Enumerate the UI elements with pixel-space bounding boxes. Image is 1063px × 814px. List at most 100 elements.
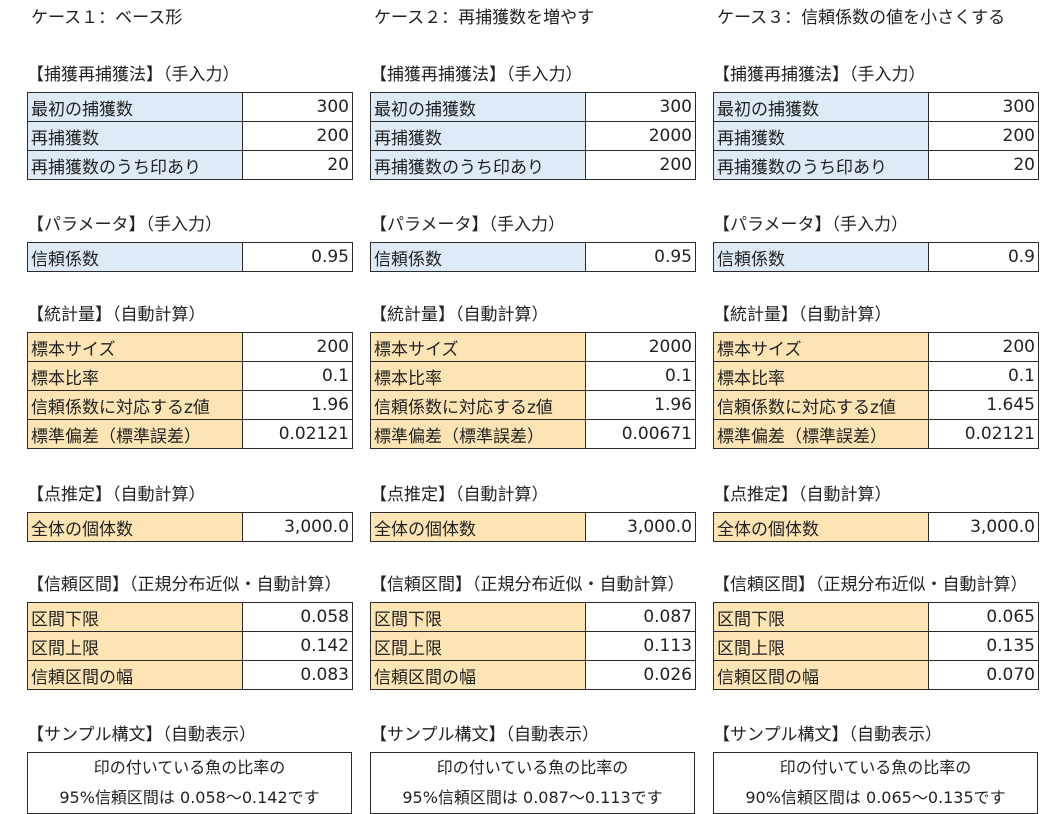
cell-value[interactable]: 0.02121 — [928, 419, 1039, 449]
cell-value[interactable]: 0.95 — [585, 242, 696, 272]
section-title: 【捕獲再捕獲法】（手入力） — [27, 65, 240, 85]
cell-label[interactable]: 信頼係数 — [370, 242, 586, 272]
table-row: 再捕獲数のうち印あり 20 — [27, 150, 353, 180]
sample-line-1: 印の付いている魚の比率の — [93, 758, 286, 777]
cell-label[interactable]: 区間下限 — [370, 602, 586, 632]
cell-label[interactable]: 標準偏差（標準誤差） — [713, 419, 929, 449]
sample-text-box[interactable]: 印の付いている魚の比率の 95%信頼区間は 0.087〜0.113です — [370, 752, 695, 814]
table-row: 標本比率 0.1 — [713, 361, 1039, 391]
cell-label[interactable]: 再捕獲数のうち印あり — [713, 150, 929, 180]
sample-text-box[interactable]: 印の付いている魚の比率の 95%信頼区間は 0.058〜0.142です — [27, 752, 352, 814]
cell-label[interactable]: 標本サイズ — [27, 332, 243, 362]
cell-value[interactable]: 20 — [928, 150, 1039, 180]
cell-label[interactable]: 標準偏差（標準誤差） — [370, 419, 586, 449]
cell-label[interactable]: 標本比率 — [713, 361, 929, 391]
cell-value[interactable]: 0.113 — [585, 631, 696, 661]
cell-value[interactable]: 3,000.0 — [242, 512, 353, 542]
cell-label[interactable]: 全体の個体数 — [370, 512, 586, 542]
cell-label[interactable]: 信頼区間の幅 — [27, 660, 243, 690]
cell-value[interactable]: 1.96 — [242, 390, 353, 420]
cell-value[interactable]: 3,000.0 — [928, 512, 1039, 542]
cell-value[interactable]: 0.1 — [585, 361, 696, 391]
table-row: 信頼係数 0.95 — [27, 242, 353, 272]
cell-label[interactable]: 区間下限 — [713, 602, 929, 632]
cell-value[interactable]: 0.00671 — [585, 419, 696, 449]
section-title: 【点推定】（自動計算） — [713, 485, 892, 505]
cell-value[interactable]: 200 — [242, 121, 353, 151]
cell-label[interactable]: 再捕獲数のうち印あり — [27, 150, 243, 180]
cell-value[interactable]: 3,000.0 — [585, 512, 696, 542]
table-row: 標本サイズ 200 — [27, 332, 353, 362]
cell-value[interactable]: 200 — [585, 150, 696, 180]
point-table: 全体の個体数 3,000.0 — [27, 512, 353, 542]
cell-value[interactable]: 0.142 — [242, 631, 353, 661]
sample-text-box[interactable]: 印の付いている魚の比率の 90%信頼区間は 0.065〜0.135です — [713, 752, 1038, 814]
cell-label[interactable]: 最初の捕獲数 — [370, 92, 586, 122]
cell-label[interactable]: 再捕獲数 — [713, 121, 929, 151]
cell-label[interactable]: 最初の捕獲数 — [713, 92, 929, 122]
cell-value[interactable]: 0.026 — [585, 660, 696, 690]
cell-value[interactable]: 0.1 — [242, 361, 353, 391]
cell-label[interactable]: 信頼係数に対応するz値 — [370, 390, 586, 420]
table-row: 区間上限 0.142 — [27, 631, 353, 661]
cell-label[interactable]: 区間下限 — [27, 602, 243, 632]
table-row: 信頼係数に対応するz値 1.96 — [27, 390, 353, 420]
table-row: 信頼係数に対応するz値 1.645 — [713, 390, 1039, 420]
section-title: 【サンプル構文】（自動表示） — [713, 725, 942, 745]
cell-value[interactable]: 0.070 — [928, 660, 1039, 690]
section-title: 【統計量】（自動計算） — [370, 305, 549, 325]
sample-line-2: 90%信頼区間は 0.065〜0.135です — [745, 788, 1006, 807]
cell-label[interactable]: 信頼係数に対応するz値 — [713, 390, 929, 420]
cell-label[interactable]: 信頼区間の幅 — [370, 660, 586, 690]
cell-value[interactable]: 1.645 — [928, 390, 1039, 420]
cell-label[interactable]: 信頼係数 — [27, 242, 243, 272]
section-title: 【パラメータ】（手入力） — [27, 215, 222, 235]
cell-label[interactable]: 最初の捕獲数 — [27, 92, 243, 122]
cell-label[interactable]: 標本サイズ — [713, 332, 929, 362]
cell-value[interactable]: 0.058 — [242, 602, 353, 632]
cell-label[interactable]: 区間上限 — [370, 631, 586, 661]
cell-value[interactable]: 0.02121 — [242, 419, 353, 449]
cell-value[interactable]: 0.9 — [928, 242, 1039, 272]
section-title: 【点推定】（自動計算） — [370, 485, 549, 505]
table-row: 標準偏差（標準誤差） 0.02121 — [713, 419, 1039, 449]
cell-value[interactable]: 1.96 — [585, 390, 696, 420]
cell-label[interactable]: 全体の個体数 — [27, 512, 243, 542]
cell-value[interactable]: 200 — [242, 332, 353, 362]
cell-label[interactable]: 標本サイズ — [370, 332, 586, 362]
table-row: 信頼区間の幅 0.083 — [27, 660, 353, 690]
table-row: 再捕獲数 2000 — [370, 121, 696, 151]
cell-value[interactable]: 300 — [242, 92, 353, 122]
sample-line-2: 95%信頼区間は 0.058〜0.142です — [59, 788, 320, 807]
table-row: 信頼区間の幅 0.026 — [370, 660, 696, 690]
case-title: ケース３：信頼係数の値を小さくする — [717, 8, 1006, 28]
cell-value[interactable]: 300 — [928, 92, 1039, 122]
cell-value[interactable]: 0.95 — [242, 242, 353, 272]
cell-label[interactable]: 信頼区間の幅 — [713, 660, 929, 690]
cell-label[interactable]: 再捕獲数 — [27, 121, 243, 151]
cell-value[interactable]: 0.065 — [928, 602, 1039, 632]
cell-label[interactable]: 全体の個体数 — [713, 512, 929, 542]
cell-value[interactable]: 2000 — [585, 332, 696, 362]
cell-value[interactable]: 2000 — [585, 121, 696, 151]
cell-label[interactable]: 再捕獲数 — [370, 121, 586, 151]
cell-value[interactable]: 0.135 — [928, 631, 1039, 661]
cell-label[interactable]: 標準偏差（標準誤差） — [27, 419, 243, 449]
cell-label[interactable]: 標本比率 — [27, 361, 243, 391]
cell-value[interactable]: 200 — [928, 332, 1039, 362]
cell-label[interactable]: 標本比率 — [370, 361, 586, 391]
cell-value[interactable]: 0.087 — [585, 602, 696, 632]
cell-value[interactable]: 0.1 — [928, 361, 1039, 391]
cell-label[interactable]: 再捕獲数のうち印あり — [370, 150, 586, 180]
cell-label[interactable]: 信頼係数 — [713, 242, 929, 272]
cell-value[interactable]: 300 — [585, 92, 696, 122]
cell-label[interactable]: 区間上限 — [27, 631, 243, 661]
cell-value[interactable]: 200 — [928, 121, 1039, 151]
cell-value[interactable]: 0.083 — [242, 660, 353, 690]
table-row: 区間下限 0.065 — [713, 602, 1039, 632]
point-table: 全体の個体数 3,000.0 — [713, 512, 1039, 542]
table-row: 区間下限 0.058 — [27, 602, 353, 632]
cell-label[interactable]: 区間上限 — [713, 631, 929, 661]
cell-label[interactable]: 信頼係数に対応するz値 — [27, 390, 243, 420]
cell-value[interactable]: 20 — [242, 150, 353, 180]
